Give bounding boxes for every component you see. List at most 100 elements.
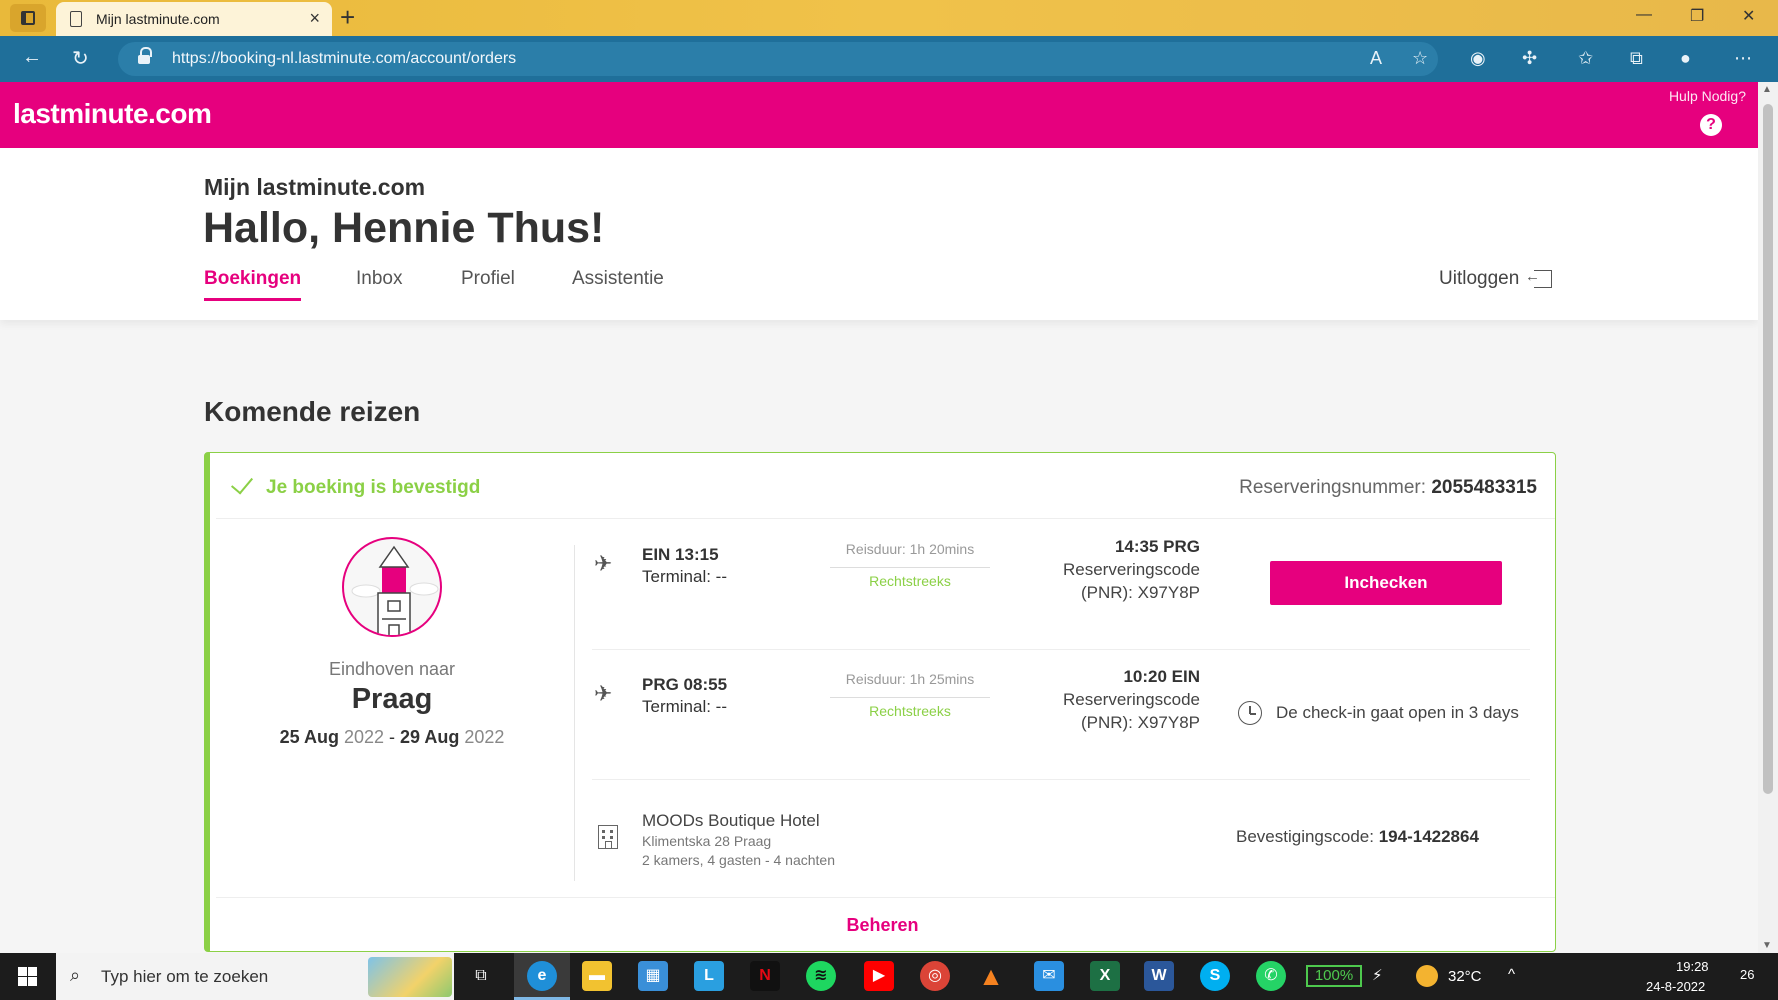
site-logo[interactable]: lastminute.com bbox=[13, 98, 212, 130]
skype-icon[interactable]: S bbox=[1200, 961, 1230, 991]
divider bbox=[830, 697, 990, 698]
l-app-icon[interactable]: L bbox=[694, 961, 724, 991]
vlc-icon[interactable]: ▲ bbox=[976, 961, 1006, 991]
word-icon[interactable]: W bbox=[1144, 961, 1174, 991]
booking-card: Je boeking is bevestigd Reserveringsnumm… bbox=[204, 452, 1556, 952]
hotel-name: MOODs Boutique Hotel bbox=[642, 811, 820, 830]
tray-chevron-icon[interactable]: ^ bbox=[1508, 966, 1515, 983]
divider bbox=[216, 897, 1555, 898]
divider bbox=[592, 779, 1530, 780]
more-menu-icon[interactable]: ⋯ bbox=[1734, 48, 1752, 69]
destination-city: Praag bbox=[351, 683, 433, 715]
flight-departure: PRG 08:55 bbox=[642, 675, 728, 694]
vpn-globe-icon[interactable]: ◉ bbox=[1470, 48, 1486, 69]
hotel-address: Klimentska 28 Praag bbox=[642, 833, 772, 849]
add-favorite-icon[interactable]: ☆ bbox=[1412, 48, 1428, 69]
divider bbox=[830, 567, 990, 568]
logout-icon[interactable] bbox=[1525, 268, 1552, 288]
excel-icon[interactable]: X bbox=[1090, 961, 1120, 991]
clock-date[interactable]: 24-8-2022 bbox=[1646, 979, 1705, 994]
tab-actions-icon[interactable] bbox=[10, 4, 46, 32]
restore-icon[interactable]: ❐ bbox=[1690, 6, 1704, 26]
reservation-number: Reserveringsnummer: 2055483315 bbox=[1239, 477, 1537, 498]
netflix-icon[interactable]: N bbox=[750, 961, 780, 991]
tab-profile[interactable]: Profiel bbox=[461, 268, 515, 290]
charging-icon: ⚡ bbox=[1372, 967, 1383, 984]
flight-terminal: Terminal: -- bbox=[642, 697, 728, 716]
flight-duration: Reisduur: 1h 20mins bbox=[845, 541, 975, 557]
divider bbox=[216, 518, 1555, 519]
checkmark-icon bbox=[230, 471, 254, 495]
manage-booking-link[interactable]: Beheren bbox=[210, 915, 1555, 936]
search-placeholder: Typ hier om te zoeken bbox=[101, 967, 269, 986]
prague-tower-illustration bbox=[342, 537, 442, 637]
account-header: Mijn lastminute.com Hallo, Hennie Thus! … bbox=[0, 148, 1758, 320]
flight-arrival: 14:35 PRG Reserveringscode (PNR): X97Y8P bbox=[1062, 537, 1200, 602]
back-icon[interactable]: ← bbox=[22, 46, 42, 69]
clock-icon bbox=[1238, 701, 1262, 725]
search-icon: ⌕ bbox=[70, 965, 81, 985]
divider bbox=[574, 545, 575, 881]
whatsapp-icon[interactable]: ✆ bbox=[1256, 961, 1286, 991]
active-tab-indicator bbox=[204, 298, 301, 301]
browser-tab[interactable]: Mijn lastminute.com × bbox=[56, 2, 332, 36]
new-tab-icon[interactable]: + bbox=[340, 2, 355, 33]
tab-bookings[interactable]: Boekingen bbox=[204, 268, 301, 290]
address-bar[interactable]: https://booking-nl.lastminute.com/accoun… bbox=[118, 42, 1438, 76]
edge-icon[interactable]: e bbox=[527, 961, 557, 991]
scroll-thumb[interactable] bbox=[1763, 104, 1773, 794]
tab-assistance[interactable]: Assistentie bbox=[572, 268, 664, 290]
checkin-open-note: De check-in gaat open in 3 days bbox=[1276, 703, 1519, 722]
arrival-plane-icon: ✈ bbox=[594, 681, 613, 706]
windows-start-icon[interactable] bbox=[18, 967, 37, 986]
url-text: https://booking-nl.lastminute.com/accoun… bbox=[172, 50, 517, 67]
youtube-icon[interactable]: ▶ bbox=[864, 961, 894, 991]
store-icon[interactable]: ▦ bbox=[638, 961, 668, 991]
windows-taskbar: ⌕ Typ hier om te zoeken ⧉ e ▬ ▦ L N ≋ ▶ … bbox=[0, 953, 1778, 1000]
file-explorer-icon[interactable]: ▬ bbox=[582, 961, 612, 991]
help-icon[interactable]: ? bbox=[1700, 114, 1722, 136]
favorites-icon[interactable]: ✩ bbox=[1578, 48, 1593, 69]
window-close-icon[interactable]: ✕ bbox=[1742, 6, 1755, 26]
site-header: lastminute.com Hulp Nodig? ? bbox=[0, 82, 1758, 148]
flight-direct-label: Rechtstreeks bbox=[869, 703, 951, 719]
booking-status: Je boeking is bevestigd bbox=[266, 477, 481, 498]
refresh-icon[interactable]: ↻ bbox=[72, 46, 89, 71]
taskbar-search[interactable]: ⌕ Typ hier om te zoeken bbox=[56, 953, 454, 1000]
flight-duration: Reisduur: 1h 25mins bbox=[845, 671, 975, 687]
flight-terminal: Terminal: -- bbox=[642, 567, 728, 586]
mail-icon[interactable]: ✉ bbox=[1034, 961, 1064, 991]
close-tab-icon[interactable]: × bbox=[309, 8, 320, 29]
battery-indicator[interactable]: 100% bbox=[1306, 965, 1362, 987]
weather-icon[interactable] bbox=[1416, 965, 1438, 987]
clock-time[interactable]: 19:28 bbox=[1676, 959, 1709, 974]
trip-dates: 25 Aug 2022 - 29 Aug 2022 bbox=[279, 727, 505, 747]
flight-arrival: 10:20 EIN Reserveringscode (PNR): X97Y8P bbox=[1062, 667, 1200, 732]
minimize-icon[interactable]: — bbox=[1636, 6, 1652, 24]
browser-toolbar: ← ↻ https://booking-nl.lastminute.com/ac… bbox=[0, 36, 1778, 82]
temperature[interactable]: 32°C bbox=[1448, 968, 1482, 985]
scroll-down-icon[interactable]: ▼ bbox=[1762, 940, 1772, 951]
origin-label: Eindhoven naar bbox=[328, 659, 456, 679]
spotify-icon[interactable]: ≋ bbox=[806, 961, 836, 991]
scroll-up-icon[interactable]: ▲ bbox=[1762, 84, 1772, 95]
extensions-icon[interactable]: ✣ bbox=[1522, 48, 1537, 69]
page-scrollbar[interactable]: ▲ ▼ bbox=[1758, 82, 1778, 953]
notification-count[interactable]: 26 bbox=[1740, 967, 1754, 982]
read-aloud-icon[interactable]: A bbox=[1370, 48, 1382, 69]
flight-departure: EIN 13:15 bbox=[642, 545, 719, 564]
flight-direct-label: Rechtstreeks bbox=[869, 573, 951, 589]
help-link[interactable]: Hulp Nodig? bbox=[1669, 88, 1746, 104]
hotel-details: 2 kamers, 4 gasten - 4 nachten bbox=[642, 852, 835, 868]
hotel-confirmation-code: Bevestigingscode: 194-1422864 bbox=[1236, 827, 1479, 846]
profile-avatar-icon[interactable]: ● bbox=[1680, 48, 1691, 69]
tab-inbox[interactable]: Inbox bbox=[356, 268, 402, 290]
task-view-icon[interactable]: ⧉ bbox=[466, 961, 496, 991]
account-subtitle: Mijn lastminute.com bbox=[204, 174, 426, 200]
collections-icon[interactable]: ⧉ bbox=[1630, 48, 1643, 69]
checkin-button[interactable]: Inchecken bbox=[1270, 561, 1502, 605]
departure-plane-icon: ✈ bbox=[594, 551, 613, 576]
chrome-icon[interactable]: ◎ bbox=[920, 961, 950, 991]
hotel-icon bbox=[598, 825, 618, 849]
logout-link[interactable]: Uitloggen bbox=[1439, 268, 1519, 290]
